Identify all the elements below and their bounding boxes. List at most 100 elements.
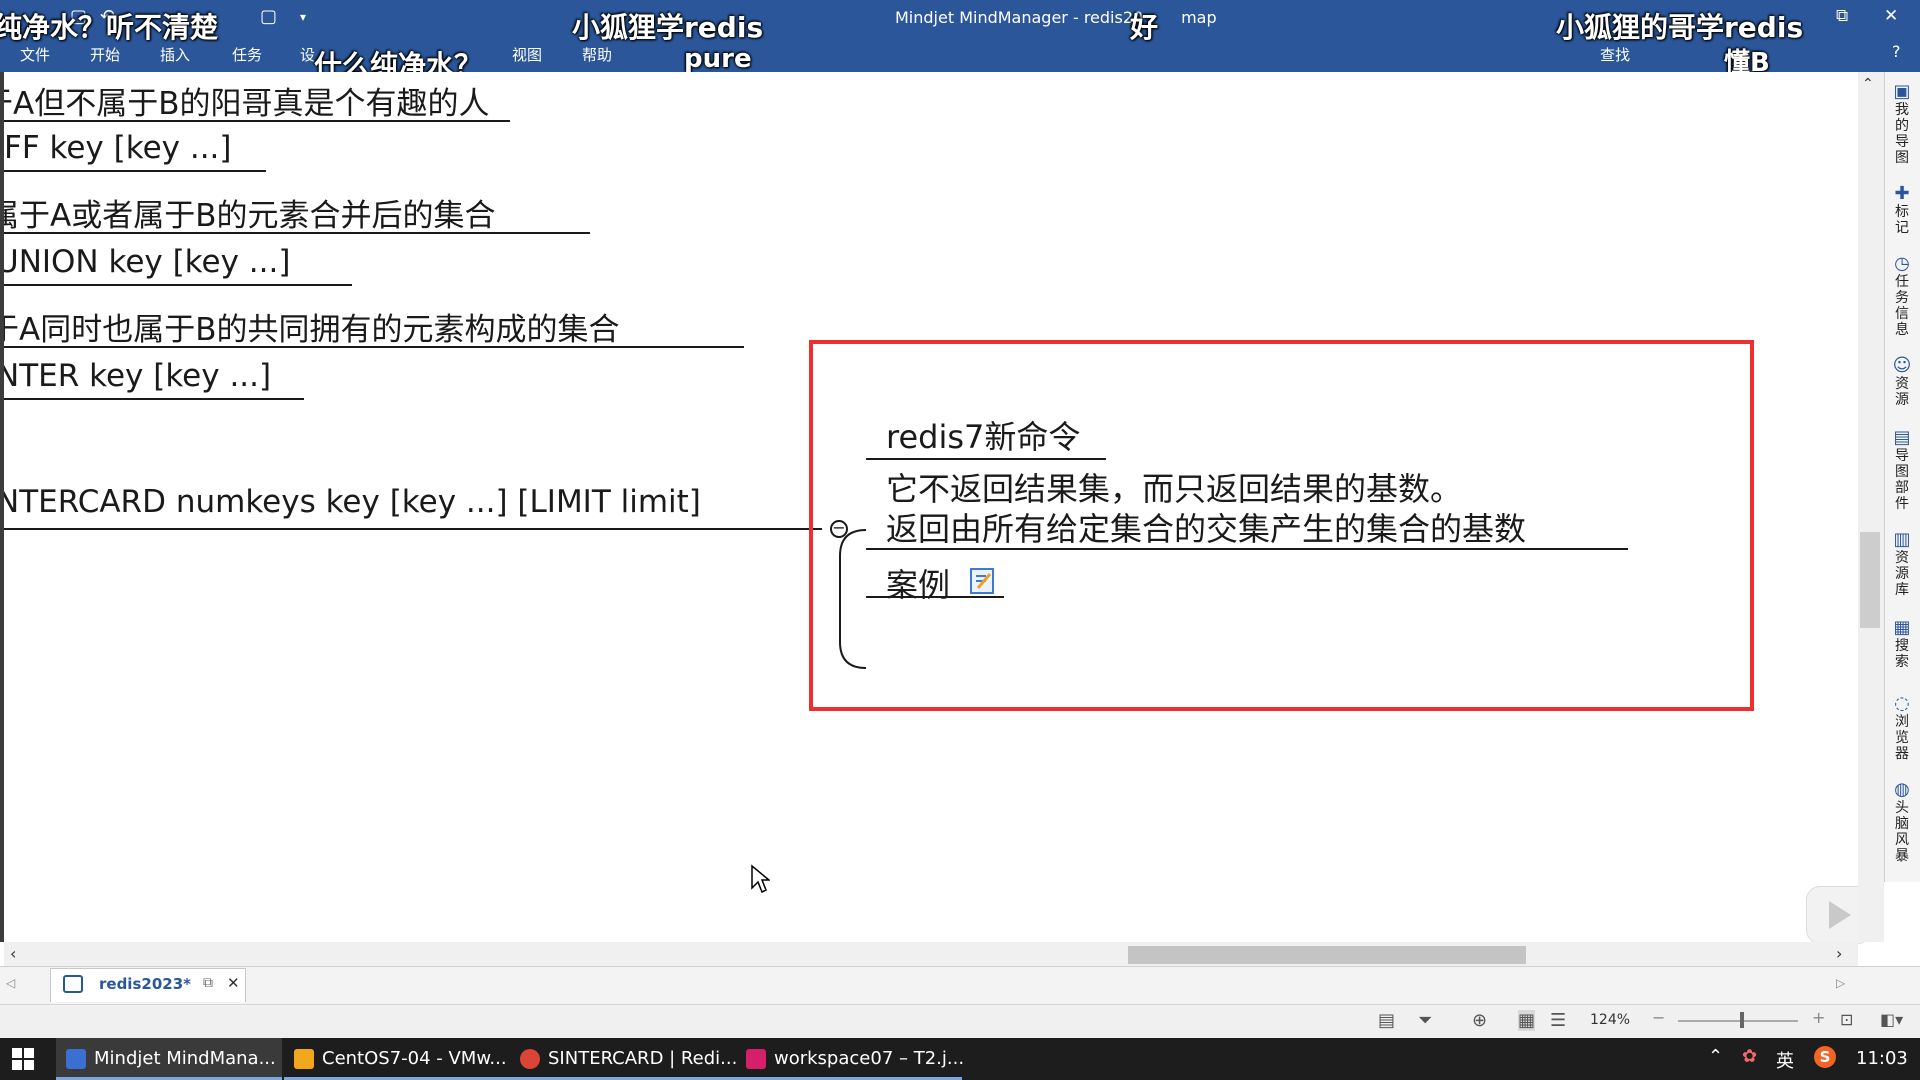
panel-label: 我的导图: [1895, 102, 1909, 166]
zoom-slider-handle[interactable]: [1740, 1012, 1744, 1028]
play-icon: [1829, 901, 1851, 929]
taskbar-item-chrome[interactable]: SINTERCARD | Redi...: [510, 1038, 737, 1080]
status-bar: [0, 1004, 1920, 1039]
resources-icon: ☺: [1892, 355, 1912, 376]
menu-design[interactable]: 设: [300, 44, 315, 65]
panel-label: 任务信息: [1895, 274, 1909, 338]
help-box-icon[interactable]: ▢: [260, 6, 277, 27]
map-parts-icon: ▤: [1893, 427, 1911, 448]
document-tab-redis2023[interactable]: redis2023* ⧉ ✕: [50, 968, 246, 1002]
topic-text[interactable]: 于A但不属于B的阳哥真是个有趣的人: [4, 78, 489, 123]
menu-task[interactable]: 任务: [232, 44, 262, 65]
windows-taskbar: Mindjet MindMana... CentOS7-04 - VMw... …: [0, 1038, 1920, 1080]
panel-markers[interactable]: ✚ 标记: [1888, 183, 1916, 237]
scroll-left-icon[interactable]: ‹: [10, 944, 16, 963]
vmware-app-icon: [294, 1049, 314, 1069]
topic-underline: [4, 398, 304, 400]
scroll-right-icon[interactable]: ›: [1836, 944, 1842, 963]
panel-search[interactable]: ▦ 搜索: [1888, 619, 1916, 671]
focus-topic-icon[interactable]: ⊕: [1472, 1010, 1487, 1031]
menu-insert[interactable]: 插入: [160, 44, 190, 65]
panel-task-info[interactable]: ◷ 任务信息: [1888, 253, 1916, 339]
sogou-ime-icon[interactable]: S: [1814, 1046, 1836, 1068]
panel-library[interactable]: ▥ 资源库: [1888, 529, 1916, 599]
panel-label: 资源库: [1895, 550, 1909, 598]
mindmap-file-icon: [63, 975, 83, 993]
panel-my-maps[interactable]: ▣ 我的导图: [1888, 83, 1916, 167]
mindmanager-app-icon: [66, 1049, 86, 1069]
map-view-icon[interactable]: ▦: [1518, 1010, 1536, 1031]
windows-start-icon[interactable]: [12, 1048, 34, 1074]
close-tab-icon[interactable]: ✕: [227, 974, 240, 992]
topic-underline: [4, 232, 590, 234]
panel-label: 标记: [1895, 204, 1909, 236]
help-icon[interactable]: ?: [1892, 42, 1901, 61]
highlight-rectangle: [809, 340, 1754, 711]
danmaku-comment: pure: [684, 44, 752, 74]
panel-browser[interactable]: ◌ 浏览器: [1888, 695, 1916, 763]
filter-icon[interactable]: ⏷: [1418, 1010, 1432, 1031]
tray-app-icon[interactable]: ✿: [1742, 1046, 1757, 1067]
zoom-in-icon[interactable]: +: [1812, 1008, 1825, 1027]
taskbar-item-vmware[interactable]: CentOS7-04 - VMw...: [284, 1038, 510, 1080]
menu-find[interactable]: 查找: [1600, 44, 1630, 65]
document-tab-bar: [0, 966, 1920, 1005]
panel-map-parts[interactable]: ▤ 导图部件: [1888, 427, 1916, 513]
intellij-app-icon: [746, 1049, 766, 1069]
menu-home[interactable]: 开始: [90, 44, 120, 65]
vertical-scrollbar-thumb[interactable]: [1860, 532, 1880, 628]
menu-help[interactable]: 帮助: [582, 44, 612, 65]
panel-brainstorm[interactable]: ◍ 头脑风暴: [1888, 781, 1916, 865]
topic-text[interactable]: 于A同时也属于B的共同拥有的元素构成的集合: [4, 304, 619, 349]
topic-sintercard[interactable]: NTERCARD numkeys key [key ...] [LIMIT li…: [4, 484, 701, 520]
topic-command[interactable]: FF key [key ...]: [4, 130, 232, 166]
outline-panel-icon[interactable]: ☰: [1550, 1010, 1566, 1031]
panel-resources[interactable]: ☺ 资源: [1888, 355, 1916, 409]
markers-icon: ✚: [1894, 183, 1910, 204]
input-language[interactable]: 英: [1776, 1047, 1794, 1073]
taskbar-item-label: workspace07 – T2.j...: [774, 1048, 965, 1069]
clock[interactable]: 11:03: [1856, 1048, 1908, 1069]
task-info-icon: ◷: [1894, 253, 1910, 274]
close-window-icon[interactable]: ✕: [1884, 6, 1898, 26]
tab-scroll-right-icon[interactable]: ▷: [1836, 976, 1845, 990]
app-title: Mindjet MindManager - redis20xxxxmap: [895, 8, 1217, 27]
outline-view-icon[interactable]: ▤: [1378, 1010, 1395, 1031]
danmaku-comment: 小狐狸学redis: [572, 11, 764, 44]
panel-label: 导图部件: [1895, 448, 1909, 512]
topic-command[interactable]: NTER key [key ...]: [4, 358, 271, 394]
library-icon: ▥: [1893, 529, 1911, 550]
taskbar-item-intellij[interactable]: workspace07 – T2.j...: [736, 1038, 965, 1080]
panel-label: 搜索: [1895, 638, 1909, 670]
danmaku-comment: 好: [1130, 11, 1159, 44]
restore-window-icon[interactable]: ⧉: [1836, 6, 1848, 26]
zoom-out-icon[interactable]: −: [1652, 1008, 1665, 1027]
topic-underline: [4, 170, 266, 172]
panel-label: 浏览器: [1895, 714, 1909, 762]
taskbar-item-label: Mindjet MindMana...: [94, 1048, 276, 1069]
layout-options-icon[interactable]: ◧▾: [1880, 1010, 1903, 1029]
topic-underline: [4, 284, 352, 286]
topic-text[interactable]: 属于A或者属于B的元素合并后的集合: [4, 190, 495, 235]
danmaku-comment: 纯净水？听不清楚: [0, 11, 219, 44]
tab-scroll-left-icon[interactable]: ◁: [6, 976, 15, 990]
vertical-scrollbar[interactable]: [1858, 72, 1884, 942]
quick-access-dropdown-icon[interactable]: ▾: [300, 10, 306, 24]
horizontal-scrollbar[interactable]: [4, 942, 1858, 966]
fit-map-icon[interactable]: ⊡: [1840, 1010, 1853, 1029]
float-tab-icon[interactable]: ⧉: [203, 975, 213, 991]
taskbar-item-mindmanager[interactable]: Mindjet MindMana...: [56, 1038, 282, 1080]
topic-underline: [4, 120, 510, 122]
taskbar-item-label: CentOS7-04 - VMw...: [322, 1048, 507, 1069]
panel-label: 资源: [1895, 376, 1909, 408]
menu-view[interactable]: 视图: [512, 44, 542, 65]
document-tab-label: redis2023*: [99, 975, 191, 993]
horizontal-scrollbar-thumb[interactable]: [1128, 946, 1526, 964]
topic-connector-line: [4, 528, 822, 530]
zoom-slider[interactable]: [1678, 1020, 1798, 1022]
menu-file[interactable]: 文件: [20, 44, 50, 65]
scroll-up-icon[interactable]: ⌃: [1862, 76, 1874, 92]
topic-command[interactable]: UNION key [key ...]: [4, 244, 290, 280]
tray-expand-icon[interactable]: ⌃: [1708, 1046, 1723, 1067]
zoom-level: 124%: [1590, 1012, 1631, 1028]
